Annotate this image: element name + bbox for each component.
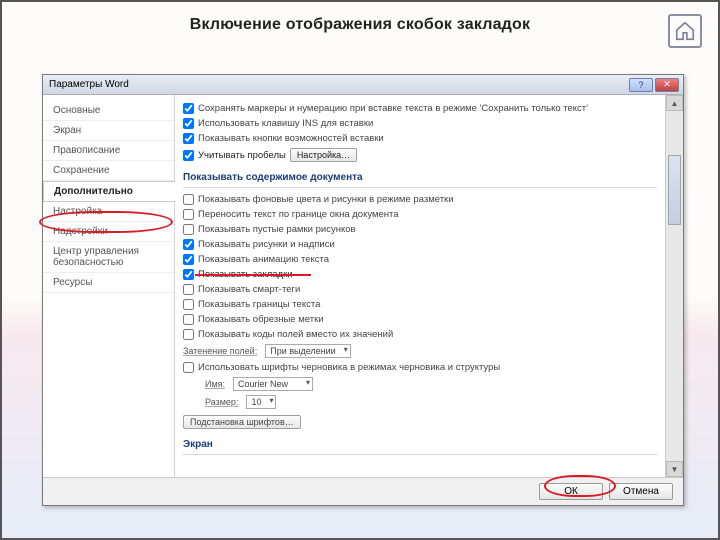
lbl-draft-font: Использовать шрифты черновика в режимах … <box>198 362 500 373</box>
vertical-scrollbar[interactable]: ▲ ▼ <box>665 95 683 477</box>
sidebar-item-customize[interactable]: Настройка <box>43 202 174 222</box>
dialog-title: Параметры Word <box>49 79 129 90</box>
lbl-font-name: Имя: <box>205 379 225 389</box>
chk-draft-font[interactable] <box>183 362 194 373</box>
scroll-down-arrow[interactable]: ▼ <box>666 461 683 477</box>
lbl-smart-tags: Показывать смарт-теги <box>198 284 300 295</box>
sidebar-item-general[interactable]: Основные <box>43 101 174 121</box>
chk-text-animation[interactable] <box>183 254 194 265</box>
scroll-thumb[interactable] <box>668 155 681 225</box>
dialog-titlebar: Параметры Word ? ✕ <box>43 75 683 95</box>
chk-smart-spaces[interactable] <box>183 150 194 161</box>
chk-drawings[interactable] <box>183 239 194 250</box>
lbl-wrap-window: Переносить текст по границе окна докумен… <box>198 209 399 220</box>
sidebar-item-addins[interactable]: Надстройки <box>43 222 174 242</box>
scroll-up-arrow[interactable]: ▲ <box>666 95 683 111</box>
select-font-size[interactable]: 10 <box>246 395 276 409</box>
lbl-keep-bullets: Сохранять маркеры и нумерацию при вставк… <box>198 103 588 114</box>
lbl-field-shading: Затенение полей: <box>183 346 257 356</box>
lbl-smart-spaces: Учитывать пробелы <box>198 150 286 161</box>
lbl-picture-placeholders: Показывать пустые рамки рисунков <box>198 224 356 235</box>
section-screen: Экран <box>183 431 657 455</box>
sidebar-item-trustcenter[interactable]: Центр управления безопасностью <box>43 242 174 273</box>
lbl-text-boundaries: Показывать границы текста <box>198 299 320 310</box>
chk-smart-tags[interactable] <box>183 284 194 295</box>
chk-ins-key[interactable] <box>183 118 194 129</box>
ok-button[interactable]: ОК <box>539 483 603 500</box>
home-icon <box>674 20 696 42</box>
lbl-font-size: Размер: <box>205 397 238 407</box>
chk-bg-colors[interactable] <box>183 194 194 205</box>
select-field-shading[interactable]: При выделении <box>265 344 351 358</box>
dialog-footer: ОК Отмена <box>43 477 683 505</box>
chk-keep-bullets[interactable] <box>183 103 194 114</box>
slide-title: Включение отображения скобок закладок <box>2 2 718 40</box>
lbl-show-bookmarks: Показывать закладки <box>198 269 293 280</box>
help-button[interactable]: ? <box>629 78 653 92</box>
lbl-drawings: Показывать рисунки и надписи <box>198 239 335 250</box>
options-content: Сохранять маркеры и нумерацию при вставк… <box>175 95 683 477</box>
lbl-paste-options: Показывать кнопки возможностей вставки <box>198 133 384 144</box>
section-show-document-content: Показывать содержимое документа <box>183 164 657 188</box>
chk-picture-placeholders[interactable] <box>183 224 194 235</box>
chk-paste-options[interactable] <box>183 133 194 144</box>
font-substitution-button[interactable]: Подстановка шрифтов… <box>183 415 301 429</box>
sidebar-item-display[interactable]: Экран <box>43 121 174 141</box>
cancel-button[interactable]: Отмена <box>609 483 673 500</box>
sidebar-item-proofing[interactable]: Правописание <box>43 141 174 161</box>
category-sidebar: Основные Экран Правописание Сохранение Д… <box>43 95 175 477</box>
word-options-dialog: Параметры Word ? ✕ Основные Экран Правоп… <box>42 74 684 506</box>
select-font-name[interactable]: Courier New <box>233 377 313 391</box>
sidebar-item-advanced[interactable]: Дополнительно <box>43 181 175 202</box>
sidebar-item-save[interactable]: Сохранение <box>43 161 174 181</box>
lbl-ins-key: Использовать клавишу INS для вставки <box>198 118 373 129</box>
lbl-field-codes: Показывать коды полей вместо их значений <box>198 329 393 340</box>
settings-button[interactable]: Настройка… <box>290 148 357 162</box>
sidebar-item-resources[interactable]: Ресурсы <box>43 273 174 293</box>
chk-wrap-window[interactable] <box>183 209 194 220</box>
lbl-bg-colors: Показывать фоновые цвета и рисунки в реж… <box>198 194 454 205</box>
lbl-text-animation: Показывать анимацию текста <box>198 254 329 265</box>
home-button[interactable] <box>668 14 702 48</box>
chk-show-bookmarks[interactable] <box>183 269 194 280</box>
chk-crop-marks[interactable] <box>183 314 194 325</box>
chk-field-codes[interactable] <box>183 329 194 340</box>
lbl-crop-marks: Показывать обрезные метки <box>198 314 324 325</box>
close-button[interactable]: ✕ <box>655 78 679 92</box>
chk-text-boundaries[interactable] <box>183 299 194 310</box>
